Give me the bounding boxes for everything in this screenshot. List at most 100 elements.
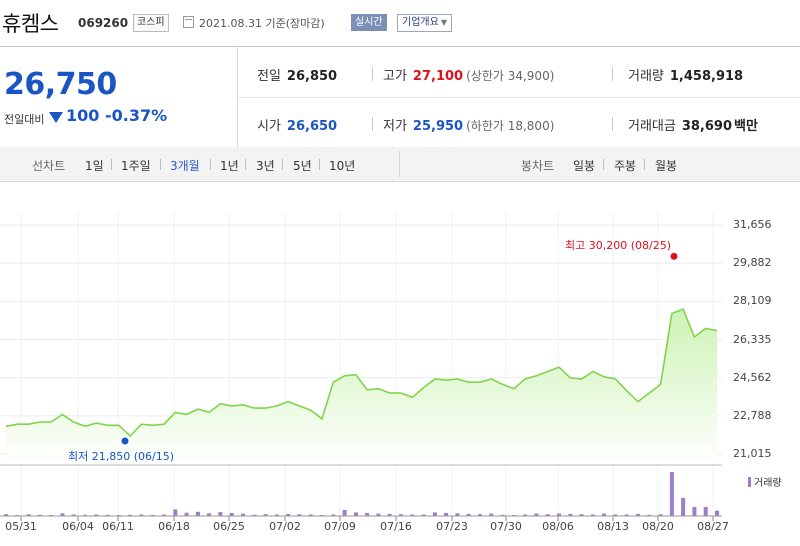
period-1d[interactable]: 1일 [85, 157, 104, 174]
company-overview-label: 기업개요 [402, 17, 439, 28]
down-triangle-icon [49, 112, 63, 123]
period-1y[interactable]: 1년 [220, 157, 239, 174]
period-1w[interactable]: 1주일 [121, 157, 151, 174]
low-price: 저가 25,950 (하한가 18,800) [383, 115, 554, 134]
stock-code: 069260 [78, 16, 129, 30]
x-tick-label: 08/13 [597, 520, 629, 533]
volume-bar [195, 511, 200, 516]
chevron-down-icon: ▼ [440, 18, 447, 27]
y-tick-label: 31,656 [733, 218, 772, 231]
low-annotation: 최저 21,850 (06/15) [68, 450, 175, 464]
high-marker [670, 252, 678, 260]
volume-bar [669, 472, 674, 516]
current-price: 26,750 [4, 67, 117, 102]
cell-separator [372, 67, 373, 81]
base-date: 2021.08.31 기준(장마감) [199, 15, 325, 31]
amount-value: 38,690 [681, 119, 733, 134]
high-value: 27,100 [412, 69, 464, 84]
period-toolbar: 선차트 1일 1주일 3개월 1년 3년 5년 10년 봉차트 일봉 주봉 월봉 [0, 147, 800, 182]
low-value: 25,950 [412, 119, 464, 134]
price-summary: 26,750 전일대비 100 -0.37% 전일 26,850 고가 27,100… [0, 46, 800, 148]
volume-bar [703, 507, 708, 516]
market-badge: 코스피 [133, 14, 169, 32]
prev-close-label: 전일 [257, 69, 281, 84]
candle-weekly[interactable]: 주봉 [614, 157, 636, 174]
open-label: 시가 [257, 119, 281, 134]
high-label: 고가 [383, 69, 407, 84]
x-tick-label: 08/27 [697, 520, 729, 533]
period-separator [603, 159, 604, 170]
lower-limit: (하한가 18,800) [466, 119, 555, 133]
prev-close: 전일 26,850 [257, 65, 337, 84]
x-tick-label: 06/25 [213, 520, 245, 533]
period-10y[interactable]: 10년 [329, 157, 355, 174]
x-tick-label: 07/09 [324, 520, 356, 533]
x-tick-label: 08/20 [642, 520, 674, 533]
open-price: 시가 26,650 [257, 115, 337, 134]
period-5y[interactable]: 5년 [293, 157, 312, 174]
y-tick-label: 24,562 [733, 370, 772, 384]
low-marker [121, 437, 129, 445]
cell-separator [372, 117, 373, 131]
x-tick-label: 08/06 [542, 520, 574, 533]
trade-amount: 거래대금 38,690 백만 [628, 115, 758, 134]
y-tick-label: 26,335 [733, 332, 772, 346]
line-chart-label: 선차트 [32, 159, 66, 173]
change-value: 100 [66, 106, 100, 125]
period-3m[interactable]: 3개월 [170, 157, 200, 174]
x-tick-label: 05/31 [5, 520, 37, 533]
high-annotation: 최고 30,200 (08/25) [565, 239, 672, 253]
x-tick-label: 07/23 [436, 520, 468, 533]
x-tick-label: 07/16 [380, 520, 412, 533]
x-tick-label: 06/18 [158, 520, 190, 533]
period-separator [160, 159, 161, 170]
period-separator [210, 159, 211, 170]
y-tick-label: 21,015 [733, 447, 772, 460]
x-tick-label: 06/04 [62, 520, 94, 533]
cell-separator [612, 67, 613, 81]
calendar-icon [183, 16, 194, 28]
prev-close-value: 26,850 [286, 69, 338, 84]
volume-label: 거래량 [628, 69, 664, 84]
date-value: 2021.08.31 [199, 17, 262, 30]
realtime-button[interactable]: 실시간 [351, 14, 387, 31]
volume-bar [353, 512, 358, 516]
stock-name: 휴켐스 [2, 12, 59, 36]
high-price: 고가 27,100 (상한가 34,900) [383, 65, 554, 84]
period-separator [282, 159, 283, 170]
volume-bar [218, 512, 223, 516]
y-tick-label: 22,788 [733, 408, 772, 422]
toolbar-divider [399, 151, 400, 177]
period-3y[interactable]: 3년 [256, 157, 275, 174]
cell-separator [612, 117, 613, 131]
candle-chart-label: 봉차트 [521, 159, 555, 173]
volume: 거래량 1,458,918 [628, 65, 743, 84]
volume-value: 1,458,918 [669, 69, 744, 84]
volume-bar [715, 510, 719, 516]
period-separator [111, 159, 112, 170]
y-tick-label: 29,882 [733, 256, 772, 270]
period-separator [319, 159, 320, 170]
amount-unit: 백만 [734, 119, 758, 134]
company-overview-dropdown[interactable]: 기업개요 ▼ [397, 14, 452, 32]
volume-legend: 거래량 [748, 474, 782, 489]
candle-daily[interactable]: 일봉 [573, 157, 595, 174]
summary-row-divider [238, 97, 800, 98]
x-tick-label: 07/02 [269, 520, 301, 533]
y-tick-label: 28,109 [733, 294, 772, 308]
x-tick-label: 06/11 [102, 520, 134, 533]
volume-bar [432, 512, 437, 516]
period-separator [245, 159, 246, 170]
date-note: 기준(장마감) [265, 17, 325, 30]
x-tick-label: 07/30 [490, 520, 522, 533]
candle-monthly[interactable]: 월봉 [655, 157, 677, 174]
open-value: 26,650 [286, 119, 338, 134]
volume-bar [173, 509, 178, 516]
change-percent: -0.37% [105, 106, 168, 125]
stock-header: 휴켐스 069260 코스피 2021.08.31 기준(장마감) 실시간 기업… [0, 0, 800, 46]
upper-limit: (상한가 34,900) [466, 69, 555, 83]
low-label: 저가 [383, 119, 407, 134]
volume-bar [692, 507, 697, 516]
period-separator [644, 159, 645, 170]
price-area [6, 309, 717, 465]
